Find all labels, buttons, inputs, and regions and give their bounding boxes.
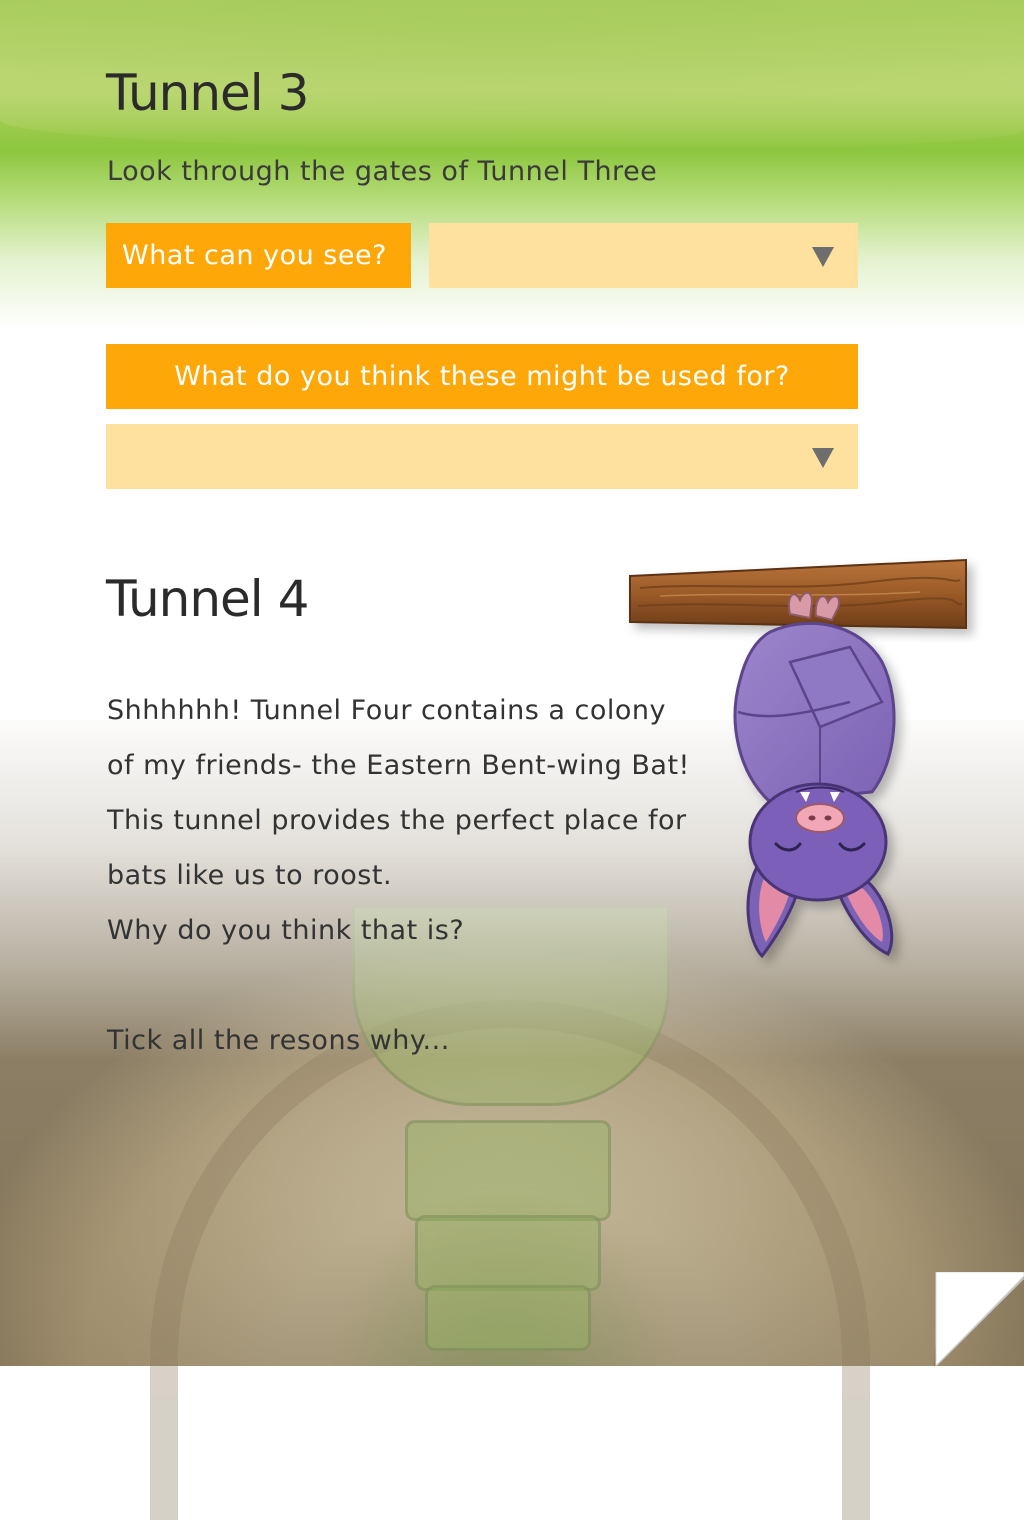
- tunnel-4-heading: Tunnel 4: [106, 570, 309, 628]
- tunnel-gate: [415, 1215, 601, 1291]
- question-1-label: What can you see?: [106, 223, 411, 288]
- tunnel-gate: [405, 1120, 611, 1221]
- tick-reasons-prompt: Tick all the resons why...: [107, 1025, 450, 1056]
- tunnel-3-intro: Look through the gates of Tunnel Three: [107, 156, 658, 187]
- chevron-down-icon: [812, 448, 834, 468]
- tunnel-3-heading: Tunnel 3: [106, 64, 309, 122]
- question-1-dropdown[interactable]: [429, 223, 858, 288]
- bat-mascot-icon: [629, 558, 967, 959]
- question-2-label: What do you think these might be used fo…: [106, 344, 858, 409]
- tunnel-gate: [425, 1285, 591, 1351]
- wooden-branch-icon: [629, 558, 967, 630]
- page-curl-icon[interactable]: [930, 1272, 1024, 1366]
- chevron-down-icon: [812, 247, 834, 267]
- question-2-dropdown[interactable]: [106, 424, 858, 489]
